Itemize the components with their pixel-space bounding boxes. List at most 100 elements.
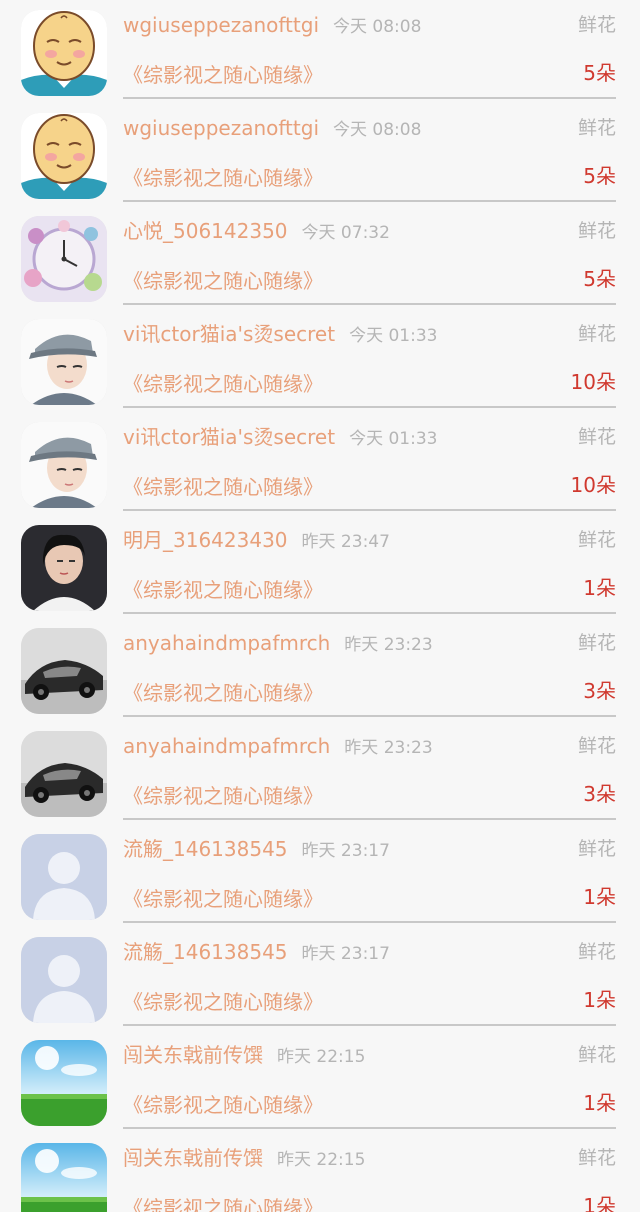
gift-count: 5朵 bbox=[583, 267, 616, 291]
avatar[interactable] bbox=[21, 113, 107, 199]
novel-title-link[interactable]: 《综影视之随心随缘》 bbox=[123, 62, 323, 88]
timestamp: 今天 08:08 bbox=[333, 120, 422, 140]
gift-type-label: 鲜花 bbox=[577, 220, 616, 242]
gift-count: 3朵 bbox=[583, 679, 616, 703]
gift-record-list[interactable]: wgiuseppezanofttgi 今天 08:08 鲜花 《综影视之随心随缘》 5朵… bbox=[0, 0, 640, 1212]
gift-count: 1朵 bbox=[583, 576, 616, 600]
user-name-text[interactable]: wgiuseppezanofttgi bbox=[123, 13, 319, 37]
user-name-text[interactable]: 流觞_146138545 bbox=[123, 940, 288, 964]
user-name[interactable]: 闯关东戟前传馔 昨天 22:15 bbox=[123, 1145, 365, 1173]
avatar[interactable] bbox=[21, 1143, 107, 1212]
gift-type-label: 鲜花 bbox=[577, 838, 616, 860]
gift-record-row[interactable]: 闯关东戟前传馔 昨天 22:15 鲜花 《综影视之随心随缘》 1朵 bbox=[0, 1030, 640, 1133]
timestamp: 昨天 23:17 bbox=[301, 841, 390, 861]
gift-count: 1朵 bbox=[583, 885, 616, 909]
avatar[interactable] bbox=[21, 319, 107, 405]
timestamp: 今天 07:32 bbox=[301, 223, 390, 243]
gift-type-label: 鲜花 bbox=[577, 735, 616, 757]
gift-count: 3朵 bbox=[583, 782, 616, 806]
user-name[interactable]: 闯关东戟前传馔 昨天 22:15 bbox=[123, 1042, 365, 1070]
timestamp: 今天 01:33 bbox=[349, 326, 438, 346]
row-divider bbox=[123, 406, 616, 408]
gift-type-label: 鲜花 bbox=[577, 14, 616, 36]
row-divider bbox=[123, 97, 616, 99]
user-name[interactable]: anyahaindmpafmrch 昨天 23:23 bbox=[123, 733, 433, 761]
row-divider bbox=[123, 612, 616, 614]
user-name-text[interactable]: 闯关东戟前传馔 bbox=[123, 1043, 263, 1067]
gift-type-label: 鲜花 bbox=[577, 117, 616, 139]
user-name[interactable]: wgiuseppezanofttgi 今天 08:08 bbox=[123, 115, 421, 143]
user-name-text[interactable]: 明月_316423430 bbox=[123, 528, 288, 552]
avatar[interactable] bbox=[21, 937, 107, 1023]
gift-count: 10朵 bbox=[570, 370, 616, 394]
gift-type-label: 鲜花 bbox=[577, 632, 616, 654]
avatar[interactable] bbox=[21, 216, 107, 302]
timestamp: 昨天 22:15 bbox=[277, 1150, 366, 1170]
user-name[interactable]: vi讯ctor猫ia's烫secret 今天 01:33 bbox=[123, 321, 437, 349]
user-name[interactable]: vi讯ctor猫ia's烫secret 今天 01:33 bbox=[123, 424, 437, 452]
timestamp: 昨天 23:47 bbox=[301, 532, 390, 552]
gift-record-row[interactable]: 闯关东戟前传馔 昨天 22:15 鲜花《综影视之随心随缘》 1朵 bbox=[0, 1133, 640, 1212]
novel-title-link[interactable]: 《综影视之随心随缘》 bbox=[123, 474, 323, 500]
novel-title-link[interactable]: 《综影视之随心随缘》 bbox=[123, 268, 323, 294]
gift-record-row[interactable]: wgiuseppezanofttgi 今天 08:08 鲜花《综影视之随心随缘》 5朵 bbox=[0, 103, 640, 206]
gift-record-row[interactable]: 明月_316423430 昨天 23:47 鲜花《综影视之随心随缘》 1朵 bbox=[0, 515, 640, 618]
novel-title-link[interactable]: 《综影视之随心随缘》 bbox=[123, 783, 323, 809]
user-name-text[interactable]: wgiuseppezanofttgi bbox=[123, 116, 319, 140]
novel-title-link[interactable]: 《综影视之随心随缘》 bbox=[123, 1195, 323, 1212]
gift-record-row[interactable]: 心悦_506142350 今天 07:32 鲜花《综影视之随心随缘》 5朵 bbox=[0, 206, 640, 309]
gift-type-label: 鲜花 bbox=[577, 1147, 616, 1169]
user-name[interactable]: 流觞_146138545 昨天 23:17 bbox=[123, 939, 390, 967]
row-divider bbox=[123, 1127, 616, 1129]
novel-title-link[interactable]: 《综影视之随心随缘》 bbox=[123, 989, 323, 1015]
user-name-text[interactable]: vi讯ctor猫ia's烫secret bbox=[123, 322, 335, 346]
novel-title-link[interactable]: 《综影视之随心随缘》 bbox=[123, 1092, 323, 1118]
gift-count: 5朵 bbox=[583, 164, 616, 188]
row-divider bbox=[123, 1024, 616, 1026]
user-name[interactable]: 明月_316423430 昨天 23:47 bbox=[123, 527, 390, 555]
user-name[interactable]: 流觞_146138545 昨天 23:17 bbox=[123, 836, 390, 864]
gift-count: 1朵 bbox=[583, 988, 616, 1012]
gift-record-row[interactable]: vi讯ctor猫ia's烫secret 今天 01:33 鲜花《综影视之随心随缘》 1… bbox=[0, 309, 640, 412]
novel-title-link[interactable]: 《综影视之随心随缘》 bbox=[123, 165, 323, 191]
avatar[interactable] bbox=[21, 10, 107, 96]
user-name[interactable]: 心悦_506142350 今天 07:32 bbox=[123, 218, 390, 246]
timestamp: 昨天 23:17 bbox=[301, 944, 390, 964]
novel-title-link[interactable]: 《综影视之随心随缘》 bbox=[123, 577, 323, 603]
avatar[interactable] bbox=[21, 1040, 107, 1126]
timestamp: 今天 01:33 bbox=[349, 429, 438, 449]
gift-count: 5朵 bbox=[583, 61, 616, 85]
avatar[interactable] bbox=[21, 525, 107, 611]
gift-type-label: 鲜花 bbox=[577, 529, 616, 551]
timestamp: 昨天 23:23 bbox=[344, 738, 433, 758]
user-name-text[interactable]: anyahaindmpafmrch bbox=[123, 734, 330, 758]
avatar[interactable] bbox=[21, 422, 107, 508]
user-name-text[interactable]: 闯关东戟前传馔 bbox=[123, 1146, 263, 1170]
gift-record-row[interactable]: 流觞_146138545 昨天 23:17 鲜花 《综影视之随心随缘》 1朵 bbox=[0, 927, 640, 1030]
gift-record-row[interactable]: vi讯ctor猫ia's烫secret 今天 01:33 鲜花 《综影视之随心随缘》 1… bbox=[0, 412, 640, 515]
avatar[interactable] bbox=[21, 628, 107, 714]
avatar[interactable] bbox=[21, 731, 107, 817]
gift-record-row[interactable]: anyahaindmpafmrch 昨天 23:23 鲜花《综影视之随心随缘》 3朵 bbox=[0, 721, 640, 824]
timestamp: 昨天 22:15 bbox=[277, 1047, 366, 1067]
gift-record-row[interactable]: wgiuseppezanofttgi 今天 08:08 鲜花《综影视之随心随缘》 5朵 bbox=[0, 0, 640, 103]
user-name-text[interactable]: 心悦_506142350 bbox=[123, 219, 288, 243]
timestamp: 昨天 23:23 bbox=[344, 635, 433, 655]
gift-type-label: 鲜花 bbox=[577, 323, 616, 345]
user-name[interactable]: wgiuseppezanofttgi 今天 08:08 bbox=[123, 12, 421, 40]
gift-count: 1朵 bbox=[583, 1194, 616, 1212]
row-divider bbox=[123, 818, 616, 820]
user-name-text[interactable]: anyahaindmpafmrch bbox=[123, 631, 330, 655]
gift-record-row[interactable]: anyahaindmpafmrch 昨天 23:23 鲜花《综影视之随心随缘》 3朵 bbox=[0, 618, 640, 721]
novel-title-link[interactable]: 《综影视之随心随缘》 bbox=[123, 886, 323, 912]
novel-title-link[interactable]: 《综影视之随心随缘》 bbox=[123, 680, 323, 706]
avatar[interactable] bbox=[21, 834, 107, 920]
user-name[interactable]: anyahaindmpafmrch 昨天 23:23 bbox=[123, 630, 433, 658]
novel-title-link[interactable]: 《综影视之随心随缘》 bbox=[123, 371, 323, 397]
user-name-text[interactable]: vi讯ctor猫ia's烫secret bbox=[123, 425, 335, 449]
row-divider bbox=[123, 509, 616, 511]
user-name-text[interactable]: 流觞_146138545 bbox=[123, 837, 288, 861]
row-divider bbox=[123, 303, 616, 305]
gift-count: 10朵 bbox=[570, 473, 616, 497]
gift-record-row[interactable]: 流觞_146138545 昨天 23:17 鲜花《综影视之随心随缘》 1朵 bbox=[0, 824, 640, 927]
